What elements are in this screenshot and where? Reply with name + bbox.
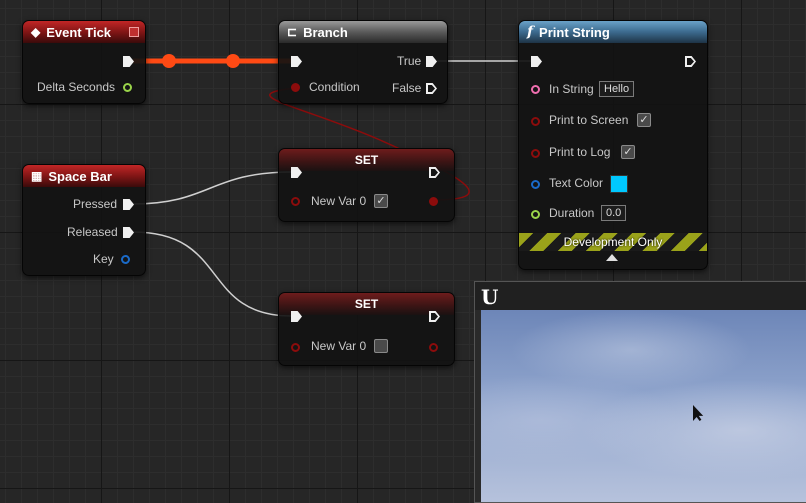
exec-wire — [132, 231, 293, 317]
bool-pin[interactable] — [531, 149, 540, 158]
struct-pin[interactable] — [531, 180, 540, 189]
collapse-arrow-icon[interactable] — [606, 254, 618, 261]
bool-pin[interactable] — [291, 197, 300, 206]
set-node[interactable]: SET New Var 0 ✓ — [278, 148, 455, 222]
bool-out-pin[interactable] — [429, 197, 438, 206]
print-to-log-label: Print to Log — [549, 145, 611, 159]
branch-node[interactable]: ⊏ Branch True Condition False — [278, 20, 448, 104]
exec-out-pin[interactable] — [685, 56, 696, 67]
game-viewport[interactable]: U — [474, 281, 806, 503]
released-label: Released — [67, 225, 118, 239]
node-header: f Print String — [519, 21, 707, 43]
condition-label: Condition — [309, 80, 360, 94]
in-string-label: In String — [549, 82, 594, 96]
released-exec-pin[interactable] — [123, 227, 134, 238]
true-label: True — [397, 54, 422, 68]
delta-seconds-label: Delta Seconds — [37, 80, 116, 94]
float-pin[interactable] — [531, 210, 540, 219]
exec-wire — [132, 171, 293, 205]
event-tick-node[interactable]: ◆ Event Tick Delta Seconds — [22, 20, 146, 104]
node-title: SET — [354, 153, 379, 167]
sky-render — [481, 310, 806, 502]
string-pin[interactable] — [531, 85, 540, 94]
node-title: Print String — [539, 24, 610, 40]
pressed-exec-pin[interactable] — [123, 199, 134, 210]
development-only-banner: Development Only — [519, 233, 707, 251]
bool-out-pin[interactable] — [429, 343, 438, 352]
node-header: ▦ Space Bar — [23, 165, 145, 187]
branch-icon: ⊏ — [287, 25, 298, 39]
node-title: SET — [354, 297, 379, 311]
node-header: ⊏ Branch — [279, 21, 447, 43]
mouse-cursor-icon — [693, 405, 704, 421]
pressed-label: Pressed — [73, 197, 118, 211]
print-to-log-checkbox[interactable]: ✓ — [621, 145, 635, 159]
bool-pin[interactable] — [531, 117, 540, 126]
key-struct-pin[interactable] — [121, 255, 130, 264]
print-to-screen-label: Print to Screen — [549, 113, 629, 127]
exec-in-pin[interactable] — [531, 56, 542, 67]
duration-label: Duration — [549, 206, 595, 220]
node-title: Branch — [303, 24, 348, 40]
node-header: SET — [279, 293, 454, 315]
node-header: SET — [279, 149, 454, 171]
true-exec-pin[interactable] — [426, 56, 437, 67]
function-icon: f — [527, 24, 534, 40]
var-label: New Var 0 — [311, 339, 367, 353]
condition-pin[interactable] — [291, 83, 300, 92]
exec-wire-bubble — [162, 54, 176, 68]
in-string-input[interactable]: Hello — [599, 81, 635, 97]
var-checkbox[interactable] — [374, 339, 388, 353]
space-bar-node[interactable]: ▦ Space Bar Pressed Released Key — [22, 164, 146, 276]
exec-in-pin[interactable] — [291, 56, 302, 67]
exec-out-pin[interactable] — [123, 56, 134, 67]
node-title: Space Bar — [48, 168, 112, 184]
print-to-screen-checkbox[interactable]: ✓ — [637, 113, 651, 127]
print-string-node[interactable]: f Print String In String Hello Print to … — [518, 20, 708, 270]
float-pin[interactable] — [123, 83, 132, 92]
unreal-logo-icon: U — [481, 285, 499, 309]
false-label: False — [392, 81, 422, 95]
text-color-label: Text Color — [549, 176, 604, 190]
key-label: Key — [93, 252, 114, 266]
event-diamond-icon: ◆ — [31, 25, 41, 39]
text-color-swatch[interactable] — [610, 175, 628, 193]
var-checkbox[interactable]: ✓ — [374, 194, 388, 208]
viewport-titlebar: U — [475, 282, 806, 310]
set-node[interactable]: SET New Var 0 — [278, 292, 455, 366]
stop-icon — [129, 27, 139, 37]
node-header: ◆ Event Tick — [23, 21, 145, 43]
keyboard-icon: ▦ — [31, 169, 43, 183]
bool-pin[interactable] — [291, 343, 300, 352]
var-label: New Var 0 — [311, 194, 367, 208]
duration-input[interactable]: 0.0 — [601, 205, 627, 221]
false-exec-pin[interactable] — [426, 83, 437, 94]
node-title: Event Tick — [46, 24, 112, 40]
exec-wire-bubble — [226, 54, 240, 68]
